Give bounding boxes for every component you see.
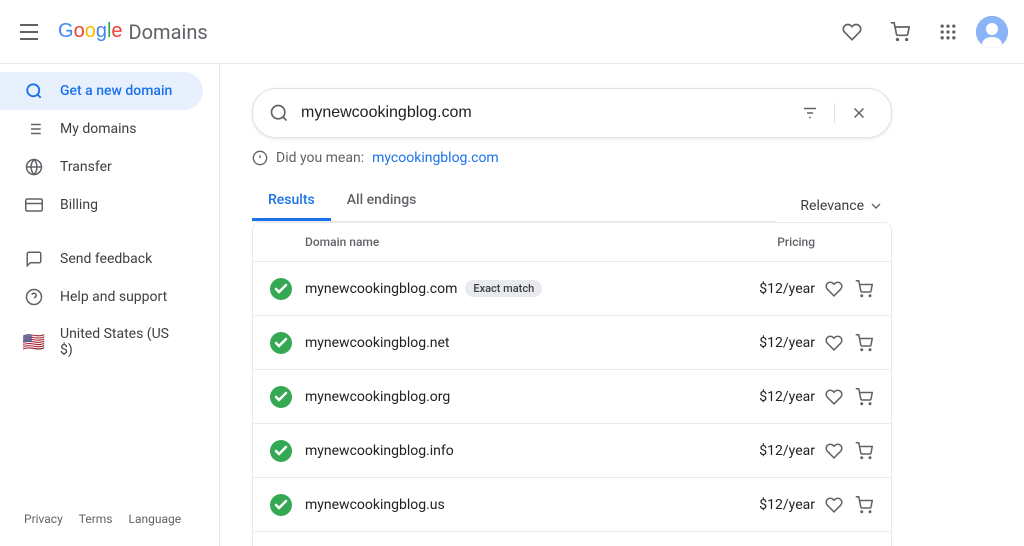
- cart-button[interactable]: [880, 12, 920, 52]
- sort-dropdown[interactable]: Relevance: [792, 194, 892, 218]
- flag-icon: 🇺🇸: [24, 332, 44, 353]
- avatar[interactable]: [976, 16, 1008, 48]
- search-bar: [252, 88, 892, 138]
- search-divider: [834, 103, 835, 123]
- favorite-button[interactable]: [823, 384, 845, 409]
- google-domains-logo: Google Domains: [58, 20, 208, 44]
- sidebar-item-label: Send feedback: [60, 251, 152, 267]
- domain-name: mynewcookingblog.org: [305, 389, 735, 405]
- tab-all-endings[interactable]: All endings: [331, 182, 433, 221]
- header-pricing: Pricing: [695, 235, 815, 249]
- table-row: mynewcookingblog.org $12/year: [253, 370, 891, 424]
- sidebar-nav: Get a new domain My domains Transfer Bil…: [0, 72, 219, 368]
- row-actions: [815, 438, 875, 463]
- sidebar-item-label: Help and support: [60, 289, 167, 305]
- header-right: [832, 12, 1008, 52]
- sidebar-item-my-domains[interactable]: My domains: [0, 110, 203, 148]
- table-row: mynewcookingblog.us $12/year: [253, 478, 891, 532]
- available-icon: [269, 385, 293, 409]
- row-actions: [815, 384, 875, 409]
- row-actions: [815, 330, 875, 355]
- table-row: mynewcookingblog.info $12/year: [253, 424, 891, 478]
- sidebar-item-get-new-domain[interactable]: Get a new domain: [0, 72, 203, 110]
- row-actions: [815, 276, 875, 301]
- list-icon: [24, 120, 44, 138]
- sidebar-item-billing[interactable]: Billing: [0, 186, 203, 224]
- search-icon: [24, 82, 44, 100]
- layout: Get a new domain My domains Transfer Bil…: [0, 64, 1024, 546]
- chevron-down-icon: [868, 198, 884, 214]
- header: Google Domains: [0, 0, 1024, 64]
- apps-button[interactable]: [928, 12, 968, 52]
- sidebar-item-label: United States (US $): [60, 326, 179, 358]
- favorite-button[interactable]: [823, 276, 845, 301]
- did-you-mean: Did you mean: mycookingblog.com: [252, 150, 892, 166]
- sidebar-item-send-feedback[interactable]: Send feedback: [0, 240, 203, 278]
- tabs-sort-row: Results All endings Relevance: [252, 182, 892, 222]
- add-to-cart-button[interactable]: [853, 492, 875, 517]
- language-link[interactable]: Language: [129, 512, 182, 526]
- available-icon: [269, 493, 293, 517]
- results-table: Domain name Pricing mynewcookingblog.com…: [252, 222, 892, 546]
- domain-price: $12/year: [735, 497, 815, 513]
- sidebar-item-help-support[interactable]: Help and support: [0, 278, 203, 316]
- terms-link[interactable]: Terms: [79, 512, 113, 526]
- sidebar-item-region[interactable]: 🇺🇸 United States (US $): [0, 316, 203, 368]
- available-icon: [269, 439, 293, 463]
- sidebar-item-label: Billing: [60, 197, 98, 213]
- transfer-icon: [24, 158, 44, 176]
- table-row: mynewcookingblog.site $20/year: [253, 532, 891, 546]
- add-to-cart-button[interactable]: [853, 330, 875, 355]
- tabs-container: Results All endings: [252, 182, 776, 222]
- did-you-mean-label: Did you mean:: [276, 150, 364, 166]
- domain-price: $12/year: [735, 281, 815, 297]
- search-clear-button[interactable]: [843, 97, 875, 129]
- sidebar-footer: Privacy Terms Language: [0, 500, 219, 538]
- table-row: mynewcookingblog.net $12/year: [253, 316, 891, 370]
- search-bar-icon: [269, 103, 289, 123]
- sidebar-item-label: My domains: [60, 121, 136, 137]
- feedback-icon: [24, 250, 44, 268]
- favorite-button[interactable]: [823, 330, 845, 355]
- available-icon: [269, 277, 293, 301]
- favorites-button[interactable]: [832, 12, 872, 52]
- sort-label: Relevance: [800, 198, 864, 214]
- add-to-cart-button[interactable]: [853, 384, 875, 409]
- available-icon: [269, 331, 293, 355]
- privacy-link[interactable]: Privacy: [24, 512, 63, 526]
- sidebar-item-label: Get a new domain: [60, 83, 172, 99]
- domain-name: mynewcookingblog.com Exact match: [305, 280, 735, 297]
- sidebar-item-transfer[interactable]: Transfer: [0, 148, 203, 186]
- row-actions: [815, 492, 875, 517]
- header-left: Google Domains: [16, 20, 208, 44]
- domain-price: $12/year: [735, 389, 815, 405]
- logo-domains-text: Domains: [129, 20, 208, 44]
- add-to-cart-button[interactable]: [853, 276, 875, 301]
- domain-price: $12/year: [735, 335, 815, 351]
- did-you-mean-suggestion[interactable]: mycookingblog.com: [372, 150, 499, 166]
- domain-name: mynewcookingblog.us: [305, 497, 735, 513]
- sidebar-item-label: Transfer: [60, 159, 112, 175]
- favorite-button[interactable]: [823, 492, 845, 517]
- table-header: Domain name Pricing: [253, 223, 891, 262]
- header-domain: Domain name: [305, 235, 695, 249]
- add-to-cart-button[interactable]: [853, 438, 875, 463]
- main-content: Did you mean: mycookingblog.com Results …: [220, 64, 1024, 546]
- menu-button[interactable]: [16, 20, 42, 44]
- domain-name: mynewcookingblog.info: [305, 443, 735, 459]
- tab-results[interactable]: Results: [252, 182, 331, 221]
- billing-icon: [24, 196, 44, 214]
- favorite-button[interactable]: [823, 438, 845, 463]
- info-icon: [252, 150, 268, 166]
- domain-price: $12/year: [735, 443, 815, 459]
- exact-match-badge: Exact match: [465, 280, 542, 297]
- search-filter-button[interactable]: [794, 97, 826, 129]
- search-controls: [794, 97, 875, 129]
- domain-search-input[interactable]: [301, 104, 782, 122]
- domain-name: mynewcookingblog.net: [305, 335, 735, 351]
- help-icon: [24, 288, 44, 306]
- sidebar: Get a new domain My domains Transfer Bil…: [0, 64, 220, 546]
- table-row: mynewcookingblog.com Exact match $12/yea…: [253, 262, 891, 316]
